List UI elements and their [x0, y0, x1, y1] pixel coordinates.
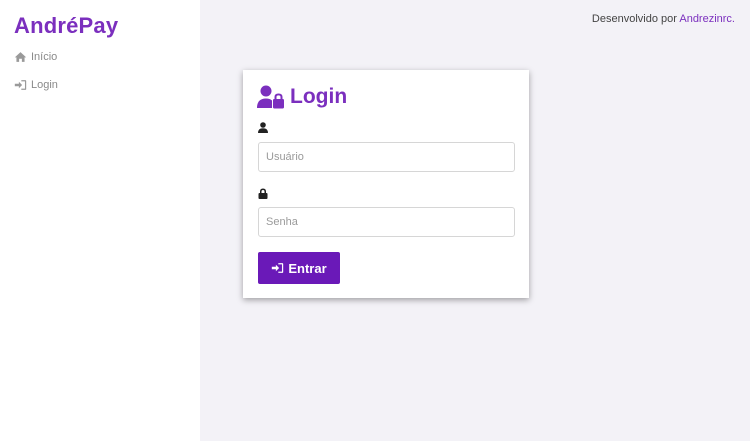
sidebar-item-label: Início [31, 51, 58, 63]
login-title-text: Login [290, 85, 348, 108]
password-input[interactable] [258, 207, 515, 237]
credits-text: Desenvolvido por [591, 13, 680, 25]
sidebar-item-label: Login [31, 79, 58, 91]
sidebar-nav: Início Login [14, 50, 58, 106]
lock-icon [258, 188, 268, 199]
submit-button[interactable]: Entrar [258, 252, 340, 284]
login-card: Login Entrar [243, 70, 529, 298]
credits-link[interactable]: Andrezinrc. [679, 13, 735, 25]
user-lock-icon [257, 85, 284, 109]
sign-in-icon [14, 80, 27, 90]
user-icon [258, 122, 268, 133]
brand-logo[interactable]: AndréPay [14, 13, 118, 39]
username-input[interactable] [258, 142, 515, 172]
sidebar-item-login[interactable]: Login [14, 78, 58, 92]
sidebar-item-inicio[interactable]: Início [14, 50, 58, 64]
sidebar: AndréPay Início Login [0, 0, 200, 441]
sign-in-icon [272, 263, 284, 273]
home-icon [14, 52, 27, 62]
login-title: Login [257, 85, 347, 109]
submit-label: Entrar [288, 260, 327, 276]
credits: Desenvolvido por Andrezinrc. [592, 13, 735, 25]
